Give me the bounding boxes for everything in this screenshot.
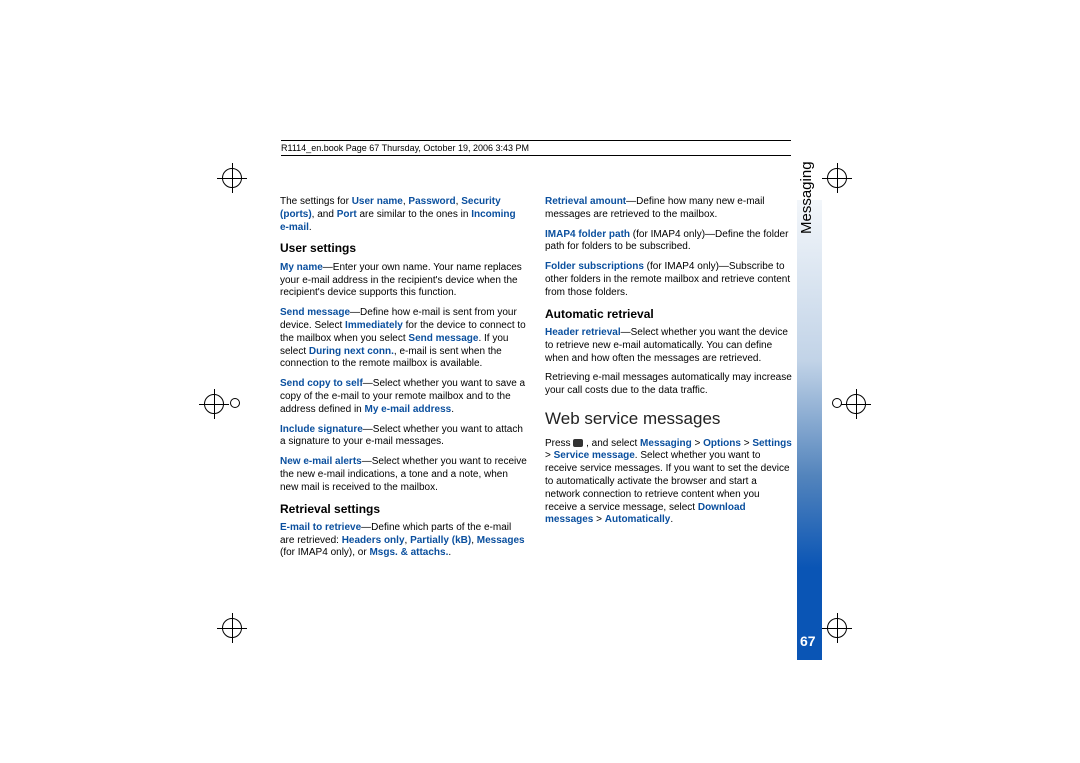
term-msgsattachs: Msgs. & attachs. (369, 547, 448, 558)
term-password: Password (408, 196, 455, 207)
pin-mark-icon (230, 398, 240, 408)
text: > (741, 438, 752, 449)
term-duringnext: During next conn. (309, 346, 394, 357)
content-area: The settings for User name, Password, Se… (280, 196, 792, 567)
term-servicemessage: Service message (554, 450, 635, 461)
term-emailretrieve: E-mail to retrieve (280, 522, 361, 533)
para-emailretrieve: E-mail to retrieve—Define which parts of… (280, 522, 527, 560)
text: > (593, 514, 604, 525)
text: . (670, 514, 673, 525)
menu-key-icon (573, 439, 583, 447)
right-column: Retrieval amount—Define how many new e-m… (545, 196, 792, 567)
crop-mark-icon (827, 168, 847, 188)
term-imap4: IMAP4 folder path (545, 229, 630, 240)
crop-mark-icon (204, 394, 224, 414)
term-myname: My name (280, 262, 323, 273)
para-webservice: Press , and select Messaging > Options >… (545, 438, 792, 528)
term-automatically: Automatically (605, 514, 671, 525)
side-label: Messaging (798, 161, 815, 234)
page-number: 67 (800, 633, 816, 649)
text: , and select (583, 438, 640, 449)
term-username: User name (352, 196, 403, 207)
heading-web-service-messages: Web service messages (545, 408, 792, 430)
para-headerretrieval: Header retrieval—Select whether you want… (545, 327, 792, 365)
term-messaging: Messaging (640, 438, 692, 449)
crop-mark-icon (827, 618, 847, 638)
heading-automatic-retrieval: Automatic retrieval (545, 307, 792, 322)
para-imap4: IMAP4 folder path (for IMAP4 only)—Defin… (545, 229, 792, 255)
term-sendmessage: Send message (280, 307, 350, 318)
term-myemailaddr: My e-mail address (365, 404, 452, 415)
text: . (451, 404, 454, 415)
term-headersonly: Headers only (342, 535, 405, 546)
text: are similar to the ones in (357, 209, 472, 220)
text: . (309, 222, 312, 233)
para-autonote: Retrieving e-mail messages automatically… (545, 372, 792, 398)
text: The settings for (280, 196, 352, 207)
term-sendmsg2: Send message (408, 333, 478, 344)
text: > (692, 438, 703, 449)
term-port: Port (337, 209, 357, 220)
para-myname: My name—Enter your own name. Your name r… (280, 262, 527, 300)
text: (for IMAP4 only), or (280, 547, 369, 558)
term-options: Options (703, 438, 741, 449)
text: , and (312, 209, 337, 220)
side-tab (797, 200, 822, 660)
term-foldersub: Folder subscriptions (545, 261, 644, 272)
para-sendmessage: Send message—Define how e-mail is sent f… (280, 307, 527, 371)
term-signature: Include signature (280, 424, 363, 435)
text: Press (545, 438, 573, 449)
crop-mark-icon (846, 394, 866, 414)
left-column: The settings for User name, Password, Se… (280, 196, 527, 567)
term-partially: Partially (kB) (410, 535, 471, 546)
para-sendcopy: Send copy to self—Select whether you wan… (280, 378, 527, 416)
term-messages: Messages (477, 535, 525, 546)
para-alerts: New e-mail alerts—Select whether you wan… (280, 456, 527, 494)
pin-mark-icon (832, 398, 842, 408)
term-sendcopy: Send copy to self (280, 378, 363, 389)
intro-text: The settings for User name, Password, Se… (280, 196, 527, 234)
text: > (545, 450, 554, 461)
term-alerts: New e-mail alerts (280, 456, 362, 467)
term-retrievalamount: Retrieval amount (545, 196, 626, 207)
page-header: R1114_en.book Page 67 Thursday, October … (281, 140, 791, 156)
heading-user-settings: User settings (280, 241, 527, 256)
para-foldersub: Folder subscriptions (for IMAP4 only)—Su… (545, 261, 792, 299)
heading-retrieval-settings: Retrieval settings (280, 502, 527, 517)
crop-mark-icon (222, 618, 242, 638)
term-settings: Settings (752, 438, 791, 449)
term-immediately: Immediately (345, 320, 403, 331)
para-signature: Include signature—Select whether you wan… (280, 424, 527, 450)
crop-mark-icon (222, 168, 242, 188)
text: . (448, 547, 451, 558)
term-headerretrieval: Header retrieval (545, 327, 621, 338)
para-retrievalamount: Retrieval amount—Define how many new e-m… (545, 196, 792, 222)
